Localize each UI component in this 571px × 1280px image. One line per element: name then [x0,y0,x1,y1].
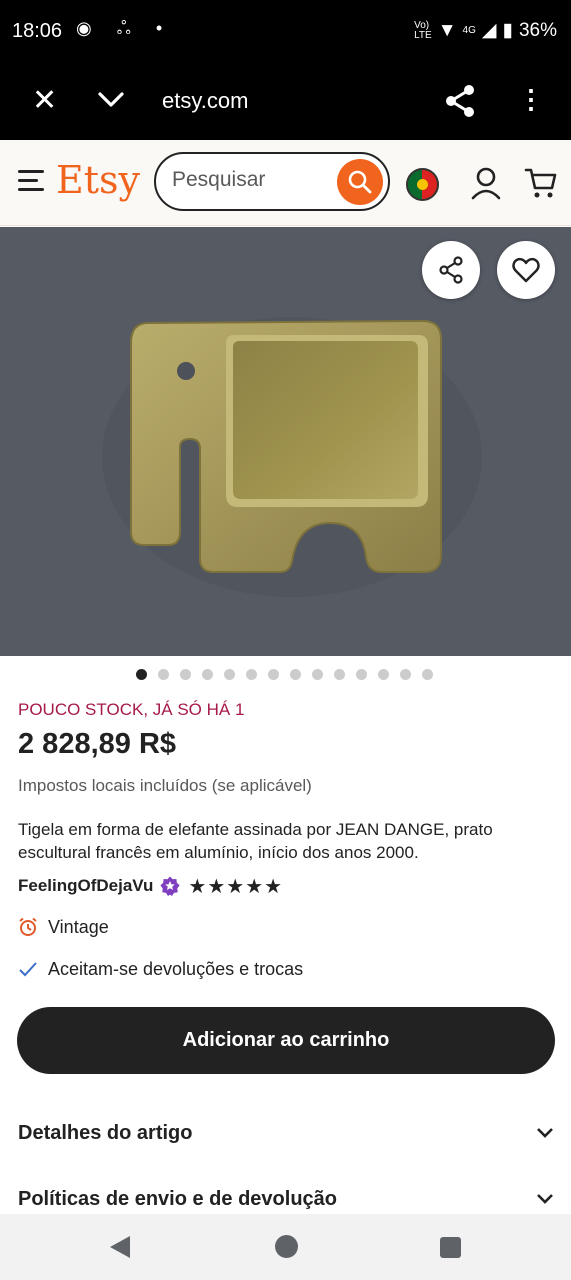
status-bar: 18:06 ◉ ஃ • Vo) LTE ▼ 4G ◢ ▮ 36% [0,0,571,62]
shipping-policies-section[interactable]: Políticas de envio e de devolução [18,1184,554,1214]
heart-icon [512,257,540,283]
alarm-clock-icon [18,917,38,937]
volte-icon: Vo) LTE [414,19,432,41]
carousel-dot[interactable] [422,669,433,680]
portugal-flag-icon[interactable] [406,168,439,201]
search-bar [154,152,390,211]
carousel-dot[interactable] [246,669,257,680]
chevron-down-icon [537,1128,553,1138]
battery-icon: ▮ [502,20,513,41]
notification-icons: ◉ ஃ • [76,18,173,38]
carousel-dot[interactable] [268,669,279,680]
search-button[interactable] [337,159,383,205]
recent-apps-icon[interactable] [440,1237,461,1258]
cart-icon[interactable] [524,166,558,200]
system-nav-bar [0,1214,571,1280]
carousel-dot[interactable] [290,669,301,680]
back-icon[interactable] [110,1236,130,1258]
vintage-feature: Vintage [18,914,109,940]
product-title: Tigela em forma de elefante assinada por… [18,820,493,862]
menu-icon[interactable] [18,170,44,192]
url-text[interactable]: etsy.com [162,88,248,114]
returns-label: Aceitam-se devoluções e trocas [48,958,304,979]
shipping-policies-label: Políticas de envio e de devolução [18,1187,337,1210]
elephant-tray-photo [102,317,482,597]
carousel-dot[interactable] [356,669,367,680]
seller-row: FeelingOfDejaVu ★★★★★ [18,874,283,898]
image-carousel-dots [0,669,571,683]
wifi-icon: ▼ [437,19,457,41]
carousel-dot[interactable] [180,669,191,680]
signal-icon: ◢ [481,20,497,41]
carousel-dot[interactable] [136,669,147,680]
search-icon [348,170,372,194]
site-header: Etsy [0,140,571,226]
carousel-dot[interactable] [312,669,323,680]
taxes-note: Impostos locais incluídos (se aplicável) [18,776,312,795]
close-icon[interactable]: ✕ [32,86,57,116]
network-type: 4G [462,24,476,36]
carousel-dot[interactable] [378,669,389,680]
home-icon[interactable] [275,1235,298,1258]
search-input[interactable] [172,168,322,192]
battery-percent: 36% [518,19,557,41]
returns-feature: Aceitam-se devoluções e trocas [18,956,303,982]
product-price: 2 828,89 R$ [18,728,177,760]
status-time: 18:06 [12,20,63,42]
browser-toolbar: ✕ etsy.com ⋮ [0,62,571,140]
favorite-button[interactable] [497,241,555,299]
stock-notice: POUCO STOCK, JÁ SÓ HÁ 1 [18,700,245,719]
carousel-dot[interactable] [158,669,169,680]
more-options-icon[interactable]: ⋮ [518,86,544,112]
star-seller-badge-icon [160,876,181,896]
share-image-button[interactable] [422,241,480,299]
share-icon [439,256,463,284]
carousel-dot[interactable] [224,669,235,680]
carousel-dot[interactable] [334,669,345,680]
user-icon[interactable] [470,166,502,200]
status-indicators: Vo) LTE ▼ 4G ◢ ▮ 36% [414,19,557,42]
carousel-dot[interactable] [202,669,213,680]
chevron-down-icon [537,1194,553,1204]
etsy-logo[interactable]: Etsy [56,158,140,202]
seller-name[interactable]: FeelingOfDejaVu [18,876,153,896]
vintage-label: Vintage [48,916,109,937]
item-details-label: Detalhes do artigo [18,1121,193,1144]
share-icon[interactable] [444,84,476,118]
chevron-down-icon[interactable] [96,84,126,114]
rating-stars: ★★★★★ [188,875,284,898]
product-image[interactable] [0,227,571,656]
add-to-cart-button[interactable]: Adicionar ao carrinho [17,1007,555,1074]
carousel-dot[interactable] [400,669,411,680]
checkmark-icon [18,959,38,979]
item-details-section[interactable]: Detalhes do artigo [18,1118,554,1148]
